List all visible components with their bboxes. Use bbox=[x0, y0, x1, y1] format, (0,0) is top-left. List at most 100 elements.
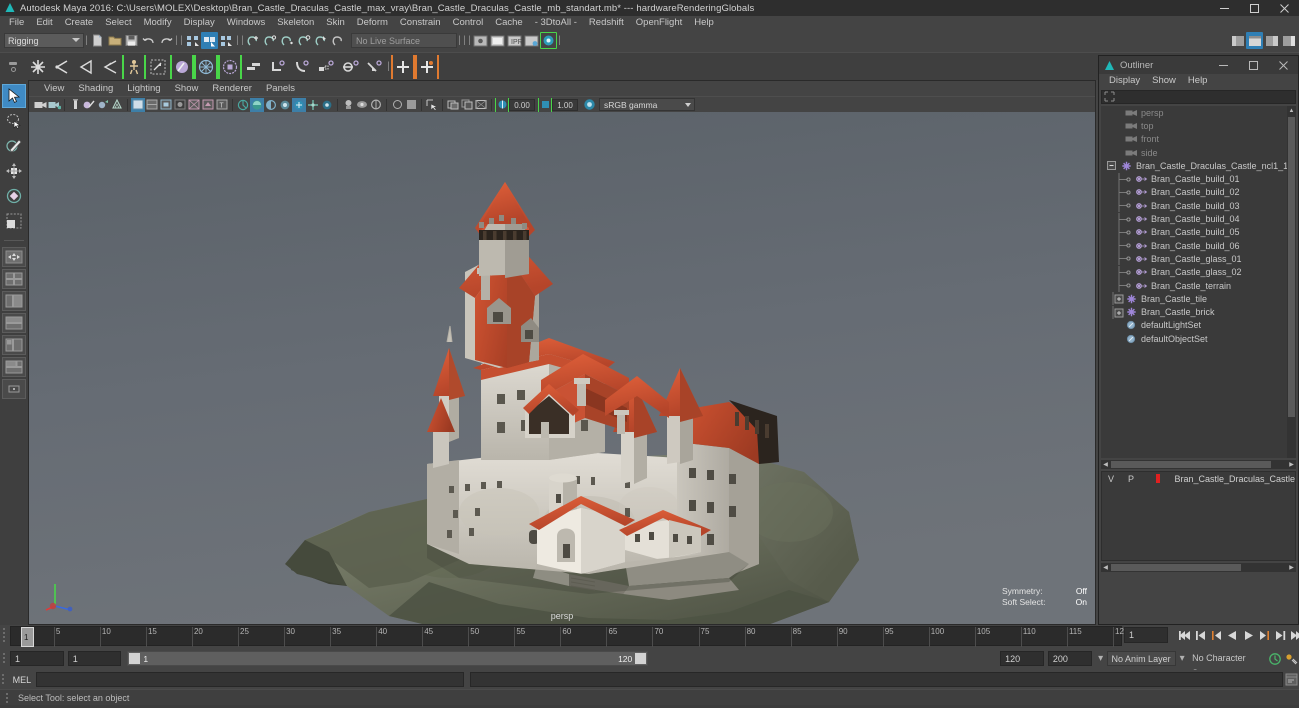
range-grip[interactable] bbox=[0, 651, 10, 666]
ipr-quality-icon[interactable] bbox=[68, 98, 82, 112]
render-current-frame-button[interactable] bbox=[489, 32, 506, 49]
tool-settings-toggle[interactable] bbox=[1263, 32, 1280, 49]
close-button[interactable] bbox=[1269, 0, 1299, 16]
menu-file[interactable]: File bbox=[3, 16, 30, 30]
smooth-shade-all-icon[interactable] bbox=[159, 98, 173, 112]
command-output-field[interactable] bbox=[469, 672, 1284, 687]
snap-to-curve-button[interactable] bbox=[262, 32, 279, 49]
outliner-item[interactable]: Bran_Castle_build_04 bbox=[1101, 212, 1296, 226]
maximize-button[interactable] bbox=[1239, 0, 1269, 16]
point-constraint-icon[interactable] bbox=[266, 55, 290, 79]
smooth-skin-weights-icon[interactable] bbox=[194, 54, 218, 79]
play-backwards-button[interactable] bbox=[1224, 626, 1240, 644]
mirror-skin-weights-icon[interactable] bbox=[218, 54, 242, 79]
snap-to-view-plane-button[interactable] bbox=[313, 32, 330, 49]
command-line-grip[interactable] bbox=[0, 672, 8, 688]
ik-spline-handle-icon[interactable] bbox=[74, 55, 98, 79]
go-to-end-button[interactable] bbox=[1288, 626, 1299, 644]
texture-display-icon[interactable] bbox=[187, 98, 201, 112]
current-time-indicator[interactable]: 1 bbox=[21, 627, 34, 647]
all-lights-icon[interactable] bbox=[250, 97, 264, 112]
menu-constrain[interactable]: Constrain bbox=[394, 16, 447, 30]
exposure-reset-icon[interactable] bbox=[390, 98, 404, 112]
viewport-copy-icon[interactable] bbox=[460, 98, 474, 112]
go-to-start-button[interactable] bbox=[1176, 626, 1192, 644]
anim-layer-chevron-icon[interactable]: ▾ bbox=[1176, 653, 1188, 664]
animation-start-field[interactable]: 1 bbox=[67, 651, 122, 666]
playback-end-field[interactable]: 120 bbox=[1000, 651, 1044, 666]
outliner-search-bar[interactable] bbox=[1101, 90, 1296, 104]
animation-preferences-button[interactable] bbox=[1283, 650, 1299, 668]
menu-create[interactable]: Create bbox=[59, 16, 100, 30]
help-line-grip[interactable] bbox=[4, 691, 12, 705]
open-scene-button[interactable] bbox=[106, 32, 123, 49]
snap-to-projected-center-button[interactable] bbox=[296, 32, 313, 49]
exposure-icon[interactable] bbox=[495, 97, 509, 112]
select-by-hierarchy-button[interactable] bbox=[184, 32, 201, 49]
save-scene-button[interactable] bbox=[123, 32, 140, 49]
rotate-tool-button[interactable] bbox=[2, 184, 26, 208]
layer-color-swatch[interactable] bbox=[1156, 474, 1161, 483]
layout-four-view-button[interactable] bbox=[2, 269, 26, 289]
wireframe-on-shaded-icon[interactable] bbox=[110, 98, 124, 112]
live-surface-field[interactable]: No Live Surface bbox=[351, 33, 457, 48]
viewport-menu-panels[interactable]: Panels bbox=[259, 81, 302, 96]
edit-deformer-icon[interactable] bbox=[415, 54, 439, 79]
isolate-select-icon[interactable] bbox=[341, 98, 355, 112]
menu-select[interactable]: Select bbox=[99, 16, 137, 30]
script-editor-icon[interactable] bbox=[1283, 672, 1299, 688]
scroll-up-arrow-icon[interactable]: ▲ bbox=[1287, 106, 1296, 115]
gamma-icon[interactable] bbox=[538, 97, 552, 112]
outliner-item[interactable]: Bran_Castle_tile bbox=[1101, 292, 1296, 306]
menu-set-selector[interactable]: Rigging bbox=[4, 33, 84, 48]
hypershade-button[interactable] bbox=[540, 32, 557, 49]
range-start-handle[interactable] bbox=[129, 653, 141, 664]
step-forward-frame-button[interactable] bbox=[1256, 626, 1272, 644]
layout-persp-outliner-button[interactable] bbox=[2, 357, 26, 377]
exposure-value-field[interactable]: 0.00 bbox=[509, 98, 535, 111]
outliner-tree[interactable]: persp top front side Bran_Castle_Draculas_Ca… bbox=[1101, 106, 1296, 458]
view-transform-swatch[interactable] bbox=[404, 98, 418, 112]
viewport-snapshot-icon[interactable] bbox=[474, 98, 488, 112]
screen-space-ao-icon[interactable] bbox=[278, 98, 292, 112]
step-forward-keyframe-button[interactable] bbox=[1272, 626, 1288, 644]
move-tool-button[interactable] bbox=[2, 159, 26, 183]
paint-select-tool-button[interactable] bbox=[2, 134, 26, 158]
redo-button[interactable] bbox=[157, 32, 174, 49]
viewport-menu-lighting[interactable]: Lighting bbox=[120, 81, 167, 96]
snap-to-point-button[interactable] bbox=[279, 32, 296, 49]
auto-keyframe-toggle[interactable] bbox=[1267, 650, 1283, 668]
scrollbar-thumb[interactable] bbox=[1111, 461, 1271, 468]
viewport-menu-view[interactable]: View bbox=[37, 81, 71, 96]
menu-skin[interactable]: Skin bbox=[320, 16, 350, 30]
step-back-frame-button[interactable] bbox=[1208, 626, 1224, 644]
scale-constraint-icon[interactable] bbox=[314, 55, 338, 79]
layer-row[interactable]: V P Bran_Castle_Draculas_Castle bbox=[1102, 472, 1295, 485]
outliner-item[interactable]: Bran_Castle_glass_01 bbox=[1101, 252, 1296, 266]
outliner-menu-show[interactable]: Show bbox=[1146, 74, 1182, 88]
scale-tool-button[interactable] bbox=[2, 209, 26, 233]
shaded-display-icon[interactable] bbox=[131, 97, 145, 112]
attribute-editor-toggle[interactable] bbox=[1229, 32, 1246, 49]
layout-outliner-persp-button[interactable] bbox=[2, 291, 26, 311]
multisample-aa-icon[interactable] bbox=[306, 98, 320, 112]
persp-viewport[interactable]: persp Symmetry: Off Soft Select: On bbox=[29, 112, 1095, 624]
motion-blur-icon[interactable] bbox=[292, 97, 306, 112]
minimize-button[interactable] bbox=[1209, 0, 1239, 16]
outliner-item[interactable]: Bran_Castle_build_03 bbox=[1101, 199, 1296, 213]
aim-constraint-icon[interactable] bbox=[338, 55, 362, 79]
layout-single-perspective-button[interactable] bbox=[2, 247, 26, 267]
animation-end-field[interactable]: 200 bbox=[1047, 651, 1092, 666]
ik-spline-curve-icon[interactable] bbox=[98, 55, 122, 79]
outliner-vertical-scrollbar[interactable]: ▲ bbox=[1287, 106, 1296, 458]
anim-range-chevron-icon[interactable]: ▾ bbox=[1095, 653, 1107, 664]
script-language-label[interactable]: MEL bbox=[8, 675, 36, 685]
layout-hypershade-persp-button[interactable] bbox=[2, 335, 26, 355]
viewport-menu-shading[interactable]: Shading bbox=[71, 81, 120, 96]
outliner-item[interactable]: Bran_Castle_terrain bbox=[1101, 279, 1296, 292]
scroll-right-arrow-icon[interactable]: ▶ bbox=[1287, 563, 1296, 572]
xray-joints-icon[interactable] bbox=[369, 98, 383, 112]
current-frame-field[interactable]: 1 bbox=[1124, 627, 1168, 643]
menu-display[interactable]: Display bbox=[178, 16, 221, 30]
tree-expand-toggle[interactable] bbox=[1107, 161, 1116, 171]
